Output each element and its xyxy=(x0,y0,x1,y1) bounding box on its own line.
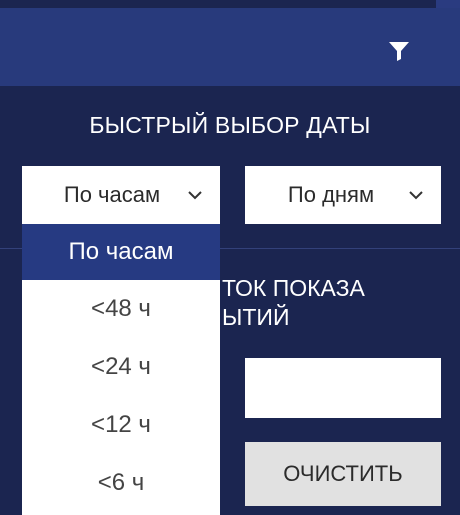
clear-button[interactable]: ОЧИСТИТЬ xyxy=(245,442,441,506)
hours-select-value: По часам xyxy=(63,182,161,207)
dropdown-option-48h[interactable]: <48 ч xyxy=(22,280,220,338)
period-input[interactable] xyxy=(245,358,441,418)
hours-dropdown-list: По часам <48 ч <24 ч <12 ч <6 ч xyxy=(22,224,220,515)
header-bar xyxy=(0,8,460,86)
days-select[interactable]: По дням xyxy=(245,166,441,224)
display-period-title: ТОК ПОКАЗА ЫТИЙ xyxy=(222,275,365,330)
filter-button[interactable] xyxy=(384,36,414,66)
top-strip xyxy=(0,0,460,8)
dropdown-option-24h[interactable]: <24 ч xyxy=(22,338,220,396)
dropdown-option-6h[interactable]: <6 ч xyxy=(22,454,220,512)
chevron-down-icon xyxy=(409,191,423,200)
chevron-down-icon xyxy=(188,191,202,200)
quick-date-title: БЫСТРЫЙ ВЫБОР ДАТЫ xyxy=(89,112,371,138)
dropdown-option-12h[interactable]: <12 ч xyxy=(22,396,220,454)
filter-icon xyxy=(389,42,409,61)
dropdown-option-hours[interactable]: По часам xyxy=(22,224,220,280)
hours-select[interactable]: По часам xyxy=(22,166,220,224)
top-strip-cap xyxy=(436,0,460,8)
days-select-value: По дням xyxy=(287,182,375,207)
